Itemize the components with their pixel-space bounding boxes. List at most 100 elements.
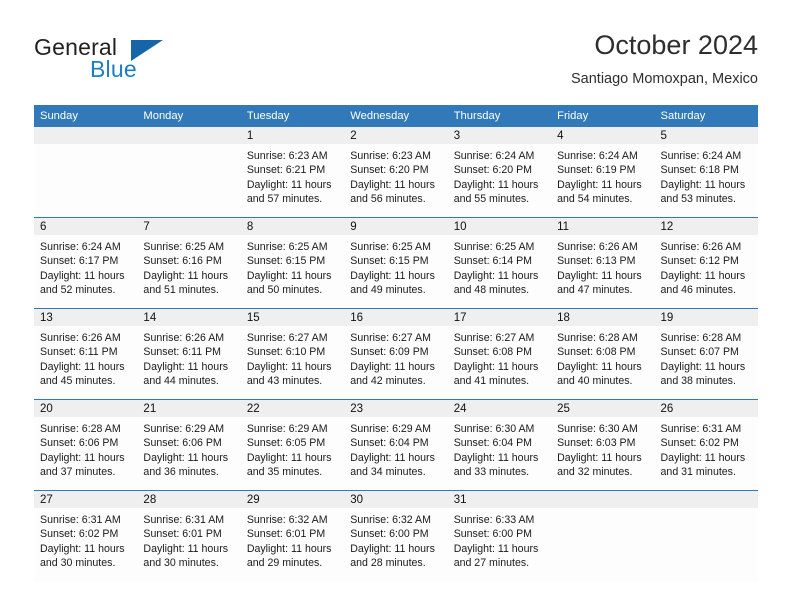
- calendar-day-cell[interactable]: 22 Sunrise: 6:29 AM Sunset: 6:05 PM Dayligh…: [240, 399, 345, 491]
- sunset-text: Sunset: 6:20 PM: [350, 164, 429, 177]
- calendar-day-cell[interactable]: 6 Sunrise: 6:24 AM Sunset: 6:17 PM Daylight…: [34, 217, 138, 309]
- sunrise-text: Sunrise: 6:31 AM: [660, 423, 742, 435]
- calendar-day-cell[interactable]: 18 Sunrise: 6:28 AM Sunset: 6:08 PM Dayligh…: [551, 308, 655, 400]
- day-number: 25: [551, 400, 655, 417]
- sunrise-text: Sunrise: 6:25 AM: [453, 241, 535, 253]
- weekday-header-sunday: Sunday: [34, 105, 138, 127]
- daylight-text: Daylight: 11 hours and 49 minutes.: [350, 269, 435, 296]
- calendar-day-cell[interactable]: 17 Sunrise: 6:27 AM Sunset: 6:08 PM Dayligh…: [447, 308, 552, 400]
- calendar-day-cell[interactable]: 26 Sunrise: 6:31 AM Sunset: 6:02 PM Dayligh…: [654, 399, 758, 491]
- calendar-day-cell[interactable]: 14 Sunrise: 6:26 AM Sunset: 6:11 PM Dayligh…: [137, 308, 241, 400]
- day-details: Sunrise: 6:29 AM Sunset: 6:04 PM Daylight:…: [344, 417, 447, 479]
- day-details: Sunrise: 6:29 AM Sunset: 6:06 PM Daylight:…: [137, 417, 240, 479]
- daylight-text: Daylight: 11 hours and 40 minutes.: [557, 360, 642, 387]
- sunset-text: Sunset: 6:00 PM: [453, 528, 533, 541]
- day-number: 11: [551, 218, 655, 235]
- calendar-day-cell[interactable]: 7 Sunrise: 6:25 AM Sunset: 6:16 PM Daylight…: [137, 217, 241, 309]
- day-number: [34, 127, 138, 144]
- sunset-text: Sunset: 6:03 PM: [557, 437, 636, 450]
- calendar-day-cell[interactable]: 12 Sunrise: 6:26 AM Sunset: 6:12 PM Dayligh…: [654, 217, 758, 309]
- weekday-header-monday: Monday: [137, 105, 241, 127]
- day-details: Sunrise: 6:31 AM Sunset: 6:02 PM Daylight:…: [34, 508, 137, 570]
- day-details: Sunrise: 6:24 AM Sunset: 6:19 PM Daylight:…: [551, 144, 654, 206]
- calendar-day-cell[interactable]: 25 Sunrise: 6:30 AM Sunset: 6:03 PM Dayligh…: [551, 399, 655, 491]
- sunset-text: Sunset: 6:00 PM: [350, 528, 429, 541]
- sunset-text: Sunset: 6:02 PM: [40, 528, 119, 541]
- day-number: 8: [240, 218, 345, 235]
- day-details: Sunrise: 6:24 AM Sunset: 6:20 PM Daylight:…: [448, 144, 551, 206]
- sunset-text: Sunset: 6:18 PM: [660, 164, 739, 177]
- daylight-text: Daylight: 11 hours and 28 minutes.: [350, 542, 435, 569]
- calendar-day-cell[interactable]: 8 Sunrise: 6:25 AM Sunset: 6:15 PM Daylight…: [240, 217, 345, 309]
- day-number: [137, 127, 241, 144]
- sunrise-text: Sunrise: 6:23 AM: [246, 150, 328, 162]
- calendar-day-cell[interactable]: 5 Sunrise: 6:24 AM Sunset: 6:18 PM Daylight…: [654, 127, 758, 218]
- day-number: 29: [240, 491, 345, 508]
- day-details: Sunrise: 6:30 AM Sunset: 6:04 PM Daylight:…: [448, 417, 551, 479]
- calendar-day-cell[interactable]: 20 Sunrise: 6:28 AM Sunset: 6:06 PM Dayligh…: [34, 399, 138, 491]
- sunset-text: Sunset: 6:05 PM: [246, 437, 326, 450]
- calendar-day-cell[interactable]: 15 Sunrise: 6:27 AM Sunset: 6:10 PM Dayligh…: [240, 308, 345, 400]
- calendar-day-cell[interactable]: 27 Sunrise: 6:31 AM Sunset: 6:02 PM Dayligh…: [34, 490, 138, 581]
- sunset-text: Sunset: 6:06 PM: [40, 437, 119, 450]
- day-number: 16: [344, 309, 448, 326]
- brand-logo[interactable]: General Blue: [34, 28, 214, 90]
- calendar-day-cell[interactable]: 3 Sunrise: 6:24 AM Sunset: 6:20 PM Daylight…: [447, 127, 552, 218]
- page-header: General Blue October 2024 Santiago Momox…: [34, 28, 758, 100]
- day-details: Sunrise: 6:23 AM Sunset: 6:21 PM Daylight:…: [241, 144, 344, 206]
- daylight-text: Daylight: 11 hours and 45 minutes.: [40, 360, 125, 387]
- calendar-day-cell[interactable]: 4 Sunrise: 6:24 AM Sunset: 6:19 PM Daylight…: [551, 127, 655, 218]
- calendar-day-cell[interactable]: 13 Sunrise: 6:26 AM Sunset: 6:11 PM Dayligh…: [34, 308, 138, 400]
- sunset-text: Sunset: 6:04 PM: [453, 437, 533, 450]
- calendar-day-cell[interactable]: 31 Sunrise: 6:33 AM Sunset: 6:00 PM Dayligh…: [447, 490, 552, 581]
- calendar-day-cell[interactable]: 11 Sunrise: 6:26 AM Sunset: 6:13 PM Dayligh…: [551, 217, 655, 309]
- day-details: Sunrise: 6:25 AM Sunset: 6:15 PM Daylight:…: [344, 235, 447, 297]
- calendar-day-cell[interactable]: 1 Sunrise: 6:23 AM Sunset: 6:21 PM Daylight…: [240, 127, 345, 218]
- page-subtitle: Santiago Momoxpan, Mexico: [571, 71, 758, 87]
- sunrise-text: Sunrise: 6:25 AM: [143, 241, 225, 253]
- day-number: 9: [344, 218, 448, 235]
- daylight-text: Daylight: 11 hours and 43 minutes.: [246, 360, 332, 387]
- calendar-week-row: 13 Sunrise: 6:26 AM Sunset: 6:11 PM Dayligh…: [34, 308, 758, 400]
- calendar-day-cell[interactable]: 2 Sunrise: 6:23 AM Sunset: 6:20 PM Daylight…: [344, 127, 448, 218]
- sunrise-text: Sunrise: 6:30 AM: [453, 423, 535, 435]
- calendar-day-cell[interactable]: 16 Sunrise: 6:27 AM Sunset: 6:09 PM Dayligh…: [344, 308, 448, 400]
- day-number: 5: [654, 127, 758, 144]
- sunset-text: Sunset: 6:01 PM: [143, 528, 222, 541]
- sunrise-text: Sunrise: 6:26 AM: [40, 332, 121, 344]
- day-number: 10: [447, 218, 552, 235]
- sunset-text: Sunset: 6:10 PM: [246, 346, 326, 359]
- sunrise-text: Sunrise: 6:24 AM: [40, 241, 121, 253]
- daylight-text: Daylight: 11 hours and 52 minutes.: [40, 269, 125, 296]
- daylight-text: Daylight: 11 hours and 54 minutes.: [557, 178, 642, 205]
- calendar-day-cell[interactable]: 10 Sunrise: 6:25 AM Sunset: 6:14 PM Dayligh…: [447, 217, 552, 309]
- calendar-day-cell[interactable]: 28 Sunrise: 6:31 AM Sunset: 6:01 PM Dayligh…: [137, 490, 241, 581]
- sunrise-text: Sunrise: 6:24 AM: [453, 150, 535, 162]
- sunrise-text: Sunrise: 6:26 AM: [660, 241, 742, 253]
- calendar-page: General Blue October 2024 Santiago Momox…: [0, 0, 792, 612]
- day-details: Sunrise: 6:33 AM Sunset: 6:00 PM Daylight:…: [448, 508, 551, 570]
- sunset-text: Sunset: 6:13 PM: [557, 255, 636, 268]
- calendar-day-cell[interactable]: 23 Sunrise: 6:29 AM Sunset: 6:04 PM Dayligh…: [344, 399, 448, 491]
- day-number: 26: [654, 400, 758, 417]
- calendar-day-cell[interactable]: 30 Sunrise: 6:32 AM Sunset: 6:00 PM Dayligh…: [344, 490, 448, 581]
- day-number: 7: [137, 218, 241, 235]
- day-number: [551, 491, 655, 508]
- sunrise-text: Sunrise: 6:28 AM: [40, 423, 121, 435]
- sunset-text: Sunset: 6:17 PM: [40, 255, 119, 268]
- calendar-day-cell[interactable]: 9 Sunrise: 6:25 AM Sunset: 6:15 PM Daylight…: [344, 217, 448, 309]
- day-details: Sunrise: 6:30 AM Sunset: 6:03 PM Daylight:…: [551, 417, 654, 479]
- day-number: 22: [240, 400, 345, 417]
- sunrise-text: Sunrise: 6:31 AM: [143, 514, 225, 526]
- calendar-day-cell[interactable]: 24 Sunrise: 6:30 AM Sunset: 6:04 PM Dayligh…: [447, 399, 552, 491]
- calendar-day-cell-empty: [551, 490, 655, 581]
- sunrise-text: Sunrise: 6:33 AM: [453, 514, 535, 526]
- calendar-day-cell-empty: [137, 127, 241, 218]
- calendar-day-cell[interactable]: 21 Sunrise: 6:29 AM Sunset: 6:06 PM Dayligh…: [137, 399, 241, 491]
- calendar-day-cell[interactable]: 19 Sunrise: 6:28 AM Sunset: 6:07 PM Dayligh…: [654, 308, 758, 400]
- day-number: 15: [240, 309, 345, 326]
- daylight-text: Daylight: 11 hours and 48 minutes.: [453, 269, 539, 296]
- calendar-day-cell[interactable]: 29 Sunrise: 6:32 AM Sunset: 6:01 PM Dayligh…: [240, 490, 345, 581]
- day-details: Sunrise: 6:31 AM Sunset: 6:01 PM Daylight:…: [137, 508, 240, 570]
- sunrise-text: Sunrise: 6:32 AM: [246, 514, 328, 526]
